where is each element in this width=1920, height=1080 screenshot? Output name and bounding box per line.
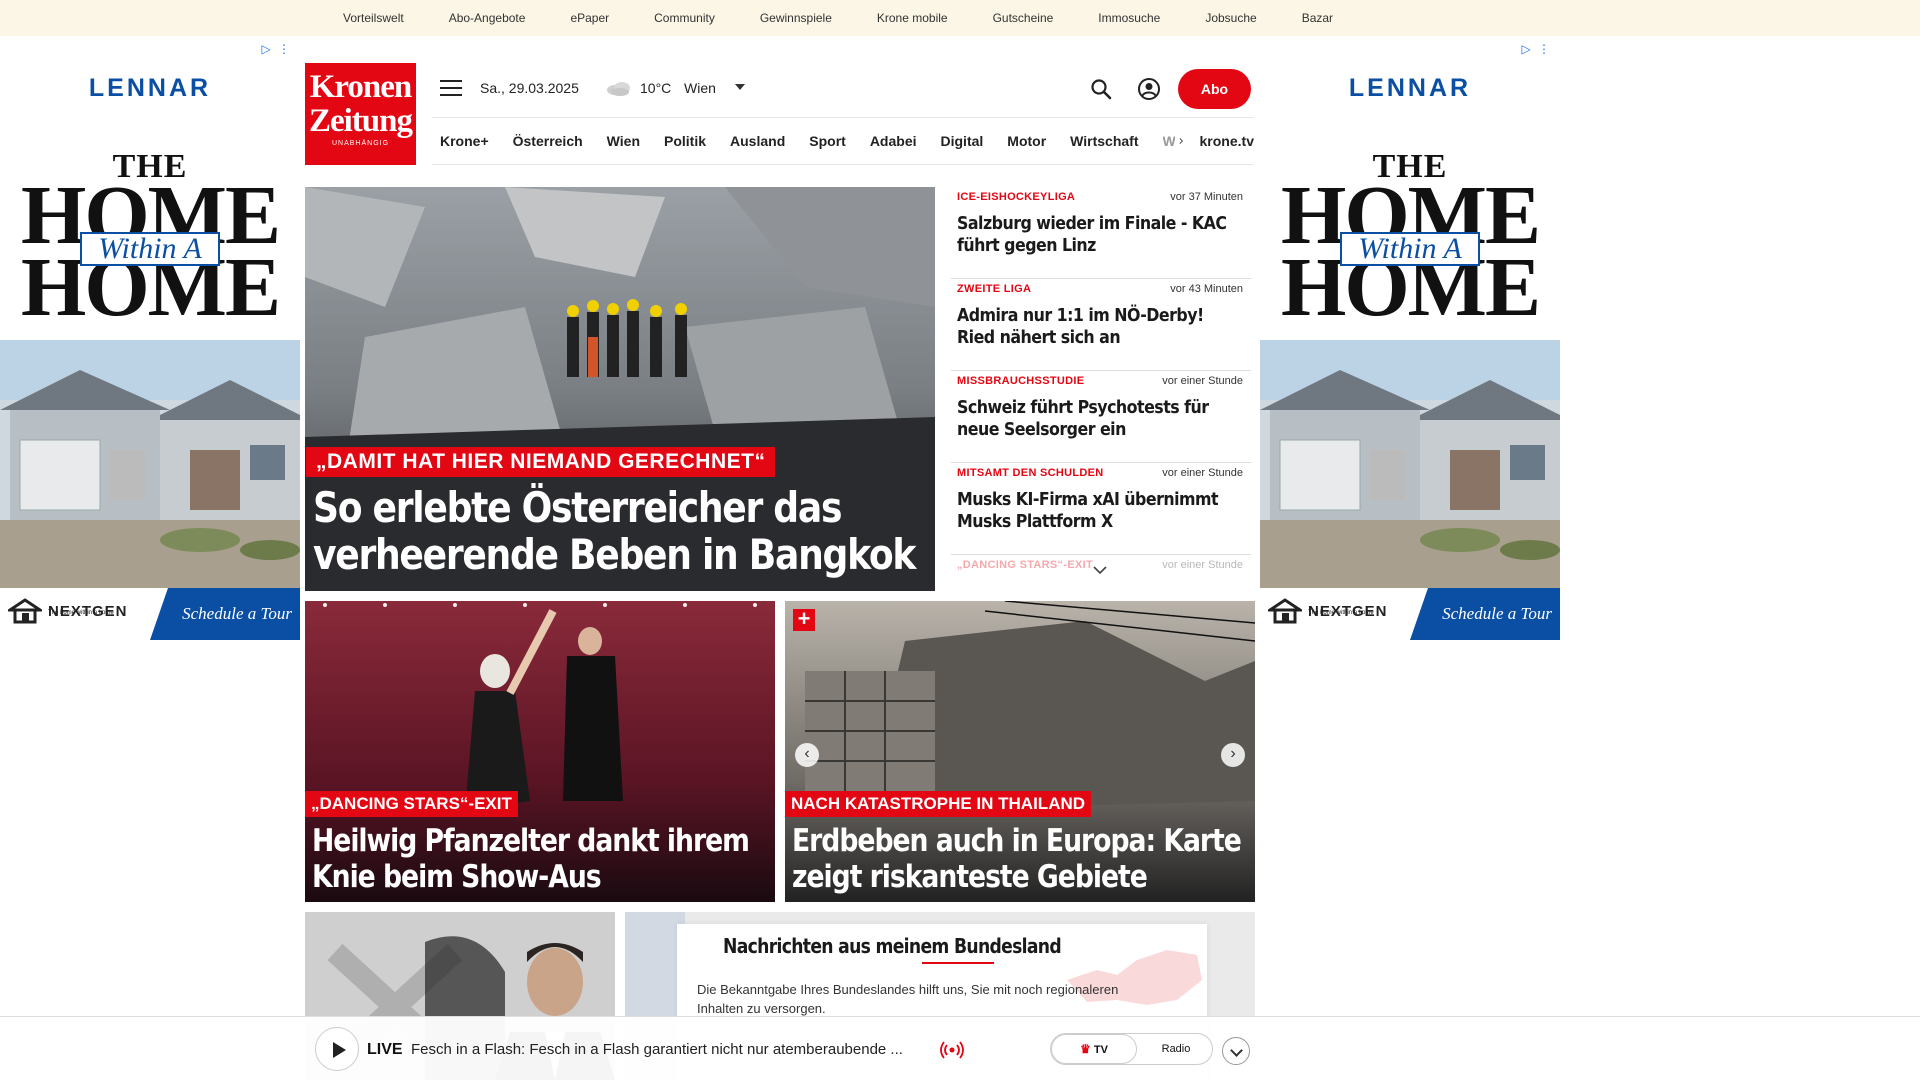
chevron-down-icon[interactable] — [735, 84, 745, 90]
nav-item-wien[interactable]: Wien — [607, 133, 640, 149]
logo-line-2: Zeitung — [308, 103, 413, 139]
news-title[interactable]: Admira nur 1:1 im NÖ-Derby! Ried nähert … — [957, 305, 1239, 349]
ad-footer[interactable]: NEXTGEN The home within a home Schedule … — [0, 588, 300, 640]
news-title[interactable]: Musks KI-Firma xAI übernimmt Musks Platt… — [957, 489, 1239, 533]
list-item[interactable]: ZWEITE LIGA vor 43 Minuten Admira nur 1:… — [951, 279, 1251, 371]
weather-city-select[interactable]: Wien — [684, 80, 716, 96]
tv-toggle-option[interactable]: ♛ TV — [1051, 1034, 1137, 1064]
play-button[interactable] — [315, 1027, 359, 1071]
news-title[interactable]: Salzburg wieder im Finale - KAC führt ge… — [957, 213, 1239, 257]
cloud-icon — [607, 82, 630, 96]
krone-plus-badge: + — [793, 608, 815, 631]
tv-radio-toggle[interactable]: ♛ TV Radio — [1050, 1033, 1213, 1065]
logo-tagline: UNABHÄNGIG — [331, 140, 390, 147]
topbar-link-vorteilswelt[interactable]: Vorteilswelt — [343, 11, 404, 25]
nav-item-krone-plus[interactable]: Krone+ — [440, 133, 489, 149]
teaser-headline[interactable]: Heilwig Pfanzelter dankt ihrem Knie beim… — [312, 823, 775, 895]
ad-within-badge: Within A — [1340, 232, 1480, 266]
topbar-link-abo-angebote[interactable]: Abo-Angebote — [449, 11, 526, 25]
list-item[interactable]: ICE-EISHOCKEYLIGA vor 37 Minuten Salzbur… — [951, 187, 1251, 279]
ad-house-image — [0, 340, 300, 590]
logo-line-1: Kronen — [309, 69, 413, 105]
nav-item-ausland[interactable]: Ausland — [730, 133, 785, 149]
user-account-icon[interactable] — [1137, 77, 1161, 101]
nav-item-truncated[interactable]: Wiss — [1163, 133, 1176, 149]
ad-within-badge: Within A — [80, 232, 220, 266]
top-utility-bar: Vorteilswelt Abo-Angebote ePaper Communi… — [0, 0, 1920, 36]
topbar-link-jobsuche[interactable]: Jobsuche — [1205, 11, 1256, 25]
news-time: vor einer Stunde — [1162, 559, 1243, 571]
latest-news-list: ICE-EISHOCKEYLIGA vor 37 Minuten Salzbur… — [951, 187, 1251, 591]
current-date: Sa., 29.03.2025 — [480, 80, 579, 96]
ad-house-image — [1260, 340, 1560, 590]
teaser-headline[interactable]: Erdbeben auch in Europa: Karte zeigt ris… — [792, 823, 1255, 895]
news-time: vor einer Stunde — [1162, 375, 1243, 387]
chevron-right-icon[interactable]: › — [1221, 743, 1245, 767]
news-title[interactable]: Schweiz führt Psychotests für neue Seels… — [957, 397, 1239, 441]
tv-toggle-label: TV — [1093, 1044, 1108, 1056]
abo-button[interactable]: Abo — [1178, 69, 1251, 109]
hero-kicker[interactable]: „DAMIT HAT HIER NIEMAND GERECHNET“ — [306, 447, 776, 477]
page: Vorteilswelt Abo-Angebote ePaper Communi… — [0, 0, 1920, 1080]
nav-item-politik[interactable]: Politik — [664, 133, 706, 149]
radio-toggle-option[interactable]: Radio — [1151, 1034, 1201, 1064]
live-player-bar: LIVE Fesch in a Flash: Fesch in a Flash … — [0, 1016, 1920, 1080]
expand-player-button[interactable] — [1222, 1037, 1250, 1065]
list-item[interactable]: MISSBRAUCHSSTUDIE vor einer Stunde Schwe… — [951, 371, 1251, 463]
broadcast-icon — [940, 1041, 964, 1059]
chevron-left-icon[interactable]: ‹ — [795, 743, 819, 767]
title-underline — [922, 962, 994, 964]
nav-item-digital[interactable]: Digital — [941, 133, 984, 149]
search-icon[interactable] — [1090, 78, 1112, 100]
nextgen-tagline: The home within a home — [1308, 610, 1374, 616]
house-icon — [1268, 598, 1302, 624]
topbar-link-epaper[interactable]: ePaper — [570, 11, 609, 25]
weather-temperature: 10°C — [640, 80, 672, 96]
teaser-kicker: NACH KATASTROPHE IN THAILAND — [785, 791, 1092, 817]
news-time: vor 43 Minuten — [1170, 283, 1243, 295]
topbar-link-gewinnspiele[interactable]: Gewinnspiele — [760, 11, 832, 25]
kronen-zeitung-logo[interactable]: Kronen Zeitung UNABHÄNGIG — [305, 63, 416, 165]
teaser-card-dancing-stars[interactable]: „DANCING STARS“-EXIT Heilwig Pfanzelter … — [305, 601, 775, 902]
nav-item-adabei[interactable]: Adabei — [870, 133, 917, 149]
topbar-link-krone-mobile[interactable]: Krone mobile — [877, 11, 948, 25]
chevron-down-icon[interactable] — [1093, 565, 1107, 575]
nav-item-motor[interactable]: Motor — [1007, 133, 1046, 149]
main-navigation: Krone+ Österreich Wien Politik Ausland S… — [432, 117, 1254, 165]
nav-item-oesterreich[interactable]: Österreich — [513, 133, 583, 149]
schedule-tour-button[interactable]: Schedule a Tour — [1410, 588, 1560, 640]
hero-headline[interactable]: So erlebte Österreicher das verheerende … — [313, 484, 932, 578]
nav-item-wirtschaft[interactable]: Wirtschaft — [1070, 133, 1138, 149]
teaser-kicker: „DANCING STARS“-EXIT — [305, 791, 518, 817]
ad-right[interactable]: ▷ ⋮ LENNAR THE HOME HOME Within A NEXTGE… — [1260, 36, 1560, 640]
news-time: vor 37 Minuten — [1170, 191, 1243, 203]
live-label: LIVE — [367, 1041, 403, 1058]
ad-brand-logo: LENNAR — [88, 74, 212, 102]
news-time: vor einer Stunde — [1162, 467, 1243, 479]
ad-left[interactable]: ▷ ⋮ LENNAR THE HOME HOME Within A NEXTGE… — [0, 36, 300, 640]
ad-choices-icon[interactable]: ▷ ⋮ — [261, 42, 292, 56]
chevron-right-icon[interactable] — [1179, 134, 1184, 148]
ad-choices-icon[interactable]: ▷ ⋮ — [1521, 42, 1552, 56]
bundesland-title: Nachrichten aus meinem Bundesland — [723, 934, 1062, 958]
list-item[interactable]: MITSAMT DEN SCHULDEN vor einer Stunde Mu… — [951, 463, 1251, 555]
live-title[interactable]: Fesch in a Flash: Fesch in a Flash garan… — [411, 1041, 931, 1058]
teaser-card-erdbeben[interactable]: + ‹ › NACH KATASTROPHE IN THAILAND Erdbe… — [785, 601, 1255, 902]
ad-brand-logo: LENNAR — [1348, 74, 1472, 102]
ad-footer[interactable]: NEXTGEN The home within a home Schedule … — [1260, 588, 1560, 640]
topbar-link-bazar[interactable]: Bazar — [1302, 11, 1333, 25]
nav-item-krone-tv[interactable]: krone.tv — [1200, 133, 1254, 149]
menu-icon[interactable] — [440, 80, 462, 98]
crown-icon: ♛ — [1080, 1042, 1091, 1056]
nextgen-tagline: The home within a home — [48, 610, 114, 616]
nav-item-sport[interactable]: Sport — [809, 133, 846, 149]
bundesland-description: Die Bekanntgabe Ihres Bundeslandes hilft… — [697, 982, 1119, 1016]
house-icon — [8, 598, 42, 624]
topbar-link-community[interactable]: Community — [654, 11, 715, 25]
topbar-link-immosuche[interactable]: Immosuche — [1098, 11, 1160, 25]
schedule-tour-button[interactable]: Schedule a Tour — [150, 588, 300, 640]
topbar-link-gutscheine[interactable]: Gutscheine — [993, 11, 1054, 25]
